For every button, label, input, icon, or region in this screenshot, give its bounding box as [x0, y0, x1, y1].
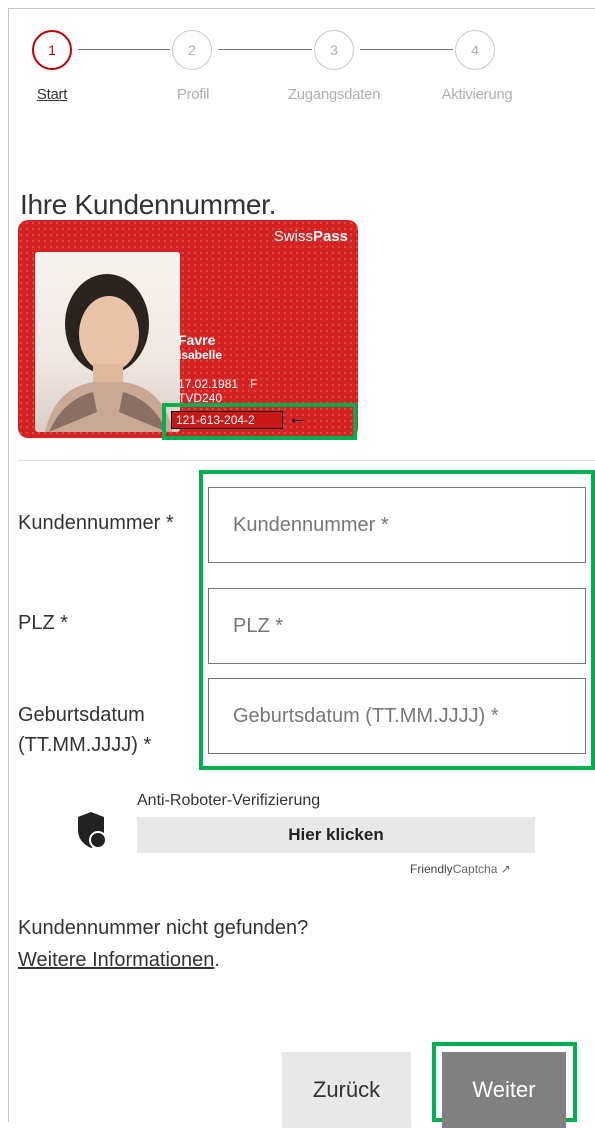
- birth-date-input[interactable]: [208, 678, 586, 754]
- step-connector: [78, 49, 170, 50]
- captcha-brand-bold: Friendly: [410, 862, 453, 876]
- zip-label: PLZ *: [18, 612, 69, 634]
- section-divider: [18, 460, 595, 461]
- help-suffix: .: [214, 949, 220, 971]
- card-last-name: Favre: [178, 332, 216, 348]
- card-first-name: Isabelle: [178, 348, 223, 362]
- step-1-label[interactable]: Start: [0, 86, 112, 103]
- step-3-label: Zugangsdaten: [287, 86, 381, 103]
- step-3-circle: 3: [314, 30, 354, 70]
- captcha-verify-button[interactable]: Hier klicken: [137, 817, 535, 853]
- card-brand-light: Swiss: [273, 228, 313, 245]
- customer-number-input[interactable]: [208, 487, 586, 563]
- more-info-link[interactable]: Weitere Informationen: [18, 949, 214, 971]
- card-portrait-photo: [35, 252, 180, 432]
- captcha-brand-light: Captcha: [452, 862, 498, 876]
- step-2-circle: 2: [172, 30, 212, 70]
- customer-number-label: Kundennummer *: [18, 512, 174, 534]
- zip-input[interactable]: [208, 588, 586, 664]
- card-brand-bold: Pass: [312, 228, 348, 245]
- step-4-circle: 4: [455, 30, 495, 70]
- back-button[interactable]: Zurück: [282, 1052, 411, 1128]
- shield-check-icon: [78, 812, 106, 849]
- step-4-label: Aktivierung: [441, 86, 513, 103]
- card-birth-date: 17.02.1981: [178, 377, 239, 391]
- external-link-icon: ↗: [500, 862, 511, 876]
- card-sex: F: [250, 377, 258, 391]
- birth-date-label: Geburtsdatum (TT.MM.JJJJ) *: [18, 704, 152, 756]
- step-connector: [360, 49, 453, 50]
- next-button[interactable]: Weiter: [442, 1052, 566, 1128]
- help-text: Kundennummer nicht gefunden?: [18, 917, 309, 939]
- step-2-label: Profil: [176, 86, 210, 103]
- step-1-circle[interactable]: 1: [32, 30, 72, 70]
- portrait-icon: [45, 274, 173, 432]
- card-brand: SwissPass: [274, 228, 348, 245]
- customer-number-highlight: [162, 403, 357, 440]
- page-title: Ihre Kundennummer.: [20, 188, 277, 220]
- captcha-title: Anti-Roboter-Verifizierung: [137, 792, 321, 809]
- captcha-brand-link[interactable]: FriendlyCaptcha ↗: [410, 862, 511, 876]
- customer-number-help: Kundennummer nicht gefunden? Weitere Inf…: [18, 912, 308, 976]
- step-connector: [218, 49, 312, 50]
- progress-stepper: 1 2 3 4 Start Profil Zugangsdaten Aktivi…: [0, 0, 595, 120]
